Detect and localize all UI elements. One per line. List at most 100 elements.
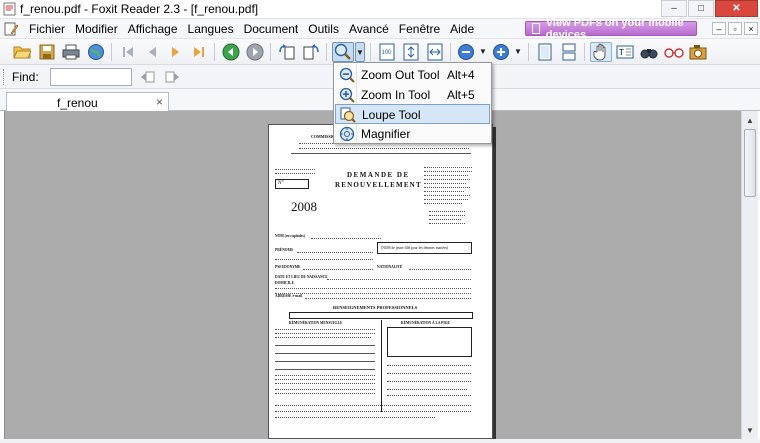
menu-langues[interactable]: Langues	[183, 21, 239, 37]
text-line	[275, 393, 375, 394]
text-line	[387, 381, 471, 382]
tab-close-icon[interactable]: ×	[156, 95, 163, 109]
zoom-out-icon	[339, 67, 355, 83]
document-viewer[interactable]: COMMISSION DE LA C... N° DEMANDE DE RENO…	[4, 111, 741, 439]
text-line	[275, 389, 375, 390]
zoom-tool-icon	[334, 43, 351, 60]
window-title: f_renou.pdf - Foxit Reader 2.3 - [f_reno…	[20, 2, 259, 16]
info-line	[429, 223, 465, 224]
continuous-page-button[interactable]	[559, 42, 579, 62]
field-nationalite: NATIONALITÉ	[377, 265, 403, 269]
page-rule	[291, 153, 471, 154]
menu-item-loupe-tool[interactable]: Loupe Tool	[335, 104, 490, 124]
zoom-tool-button[interactable]	[332, 42, 354, 62]
toolbar-separator	[326, 43, 327, 61]
menu-fenetre[interactable]: Fenêtre	[394, 21, 445, 37]
info-line	[424, 191, 464, 192]
go-forward-button[interactable]	[245, 42, 265, 62]
text-line	[275, 383, 375, 384]
page-rule	[275, 169, 315, 170]
save-button[interactable]	[37, 42, 57, 62]
find-previous-button[interactable]	[138, 67, 158, 87]
snapshot-button[interactable]	[688, 42, 708, 62]
zoom-tool-dropdown-arrow[interactable]: ▼	[355, 42, 365, 62]
previous-page-button[interactable]	[142, 42, 162, 62]
zoom-out-dropdown-arrow[interactable]: ▼	[478, 47, 488, 57]
mobile-promo-button[interactable]: View PDFs on your mobile devices	[525, 17, 697, 41]
select-text-button[interactable]: T	[615, 42, 635, 62]
menu-fichier[interactable]: Fichier	[24, 21, 70, 37]
info-line	[424, 183, 466, 184]
go-back-button[interactable]	[221, 42, 241, 62]
field-line	[275, 345, 375, 346]
menu-document[interactable]: Document	[239, 21, 304, 37]
single-page-button[interactable]	[535, 42, 555, 62]
form-title-line1: DEMANDE DE	[347, 171, 410, 179]
minimize-button[interactable]: –	[661, 0, 687, 17]
toolbar-separator	[111, 43, 112, 61]
globe-icon	[88, 44, 104, 60]
menu-item-zoom-in-tool[interactable]: Zoom In Tool Alt+5	[335, 85, 490, 105]
menu-modifier[interactable]: Modifier	[70, 21, 123, 37]
find-button[interactable]	[639, 42, 659, 62]
form-title-line2: RENOUVELLEMENT	[335, 181, 422, 189]
menu-affichage[interactable]: Affichage	[123, 21, 183, 37]
scroll-down-arrow-icon[interactable]: ▼	[742, 422, 758, 438]
rotate-left-button[interactable]	[277, 42, 297, 62]
menu-item-zoom-out-tool[interactable]: Zoom Out Tool Alt+4	[335, 65, 490, 85]
back-circle-icon	[222, 43, 240, 61]
typewriter-button[interactable]	[664, 42, 684, 62]
text-line	[387, 365, 471, 366]
fit-width-button[interactable]	[425, 42, 445, 62]
find-previous-icon	[141, 71, 155, 83]
text-line	[275, 329, 375, 330]
text-line	[275, 333, 375, 334]
zoom-out-button[interactable]	[456, 42, 476, 62]
field-date-lieu: DATE ET LIEU DE NAISSANCE	[275, 275, 328, 279]
text-line	[387, 373, 471, 374]
next-page-button[interactable]	[166, 42, 186, 62]
fit-page-button[interactable]	[401, 42, 421, 62]
doc-close-button[interactable]: ×	[744, 22, 758, 35]
zoom-in-circle-icon	[493, 44, 509, 60]
zoom-in-icon	[339, 87, 355, 103]
last-page-button[interactable]	[189, 42, 209, 62]
find-next-button[interactable]	[162, 67, 182, 87]
web-button[interactable]	[86, 42, 106, 62]
info-line	[424, 199, 468, 200]
scroll-up-arrow-icon[interactable]: ▲	[742, 112, 758, 128]
scroll-thumb[interactable]	[744, 129, 756, 197]
doc-restore-button[interactable]: ▫	[728, 22, 742, 35]
actual-size-button[interactable]: 100	[377, 42, 397, 62]
open-file-button[interactable]	[12, 42, 32, 62]
text-line	[275, 337, 371, 338]
toolbar-separator	[370, 43, 371, 61]
toolbar-separator	[584, 43, 585, 61]
continuous-page-icon	[562, 43, 576, 61]
rotate-right-button[interactable]	[301, 42, 321, 62]
vertical-scrollbar[interactable]: ▲ ▼	[741, 111, 758, 439]
field-line	[275, 259, 373, 260]
menu-outils[interactable]: Outils	[303, 21, 344, 37]
first-page-button[interactable]	[118, 42, 138, 62]
zoom-in-button[interactable]	[491, 42, 511, 62]
close-button[interactable]: ✕	[715, 0, 758, 17]
zoom-in-dropdown-arrow[interactable]: ▼	[513, 47, 523, 57]
promo-label: View PDFs on your mobile devices	[545, 16, 684, 41]
doc-minimize-button[interactable]: –	[712, 22, 726, 35]
tab-f-renou[interactable]: f_renou ×	[6, 92, 169, 112]
menu-bar: Fichier Modifier Affichage Langues Docum…	[0, 17, 760, 41]
col-right-title: RÉMUNÉRATION À LA PIGE	[401, 321, 450, 325]
find-input[interactable]	[50, 68, 132, 86]
info-line	[424, 187, 470, 188]
menu-item-magnifier[interactable]: Magnifier	[335, 124, 490, 144]
menu-aide[interactable]: Aide	[445, 21, 479, 37]
field-line	[275, 353, 375, 354]
info-line	[424, 179, 470, 180]
maximize-button[interactable]: □	[688, 0, 714, 17]
print-button[interactable]	[61, 42, 81, 62]
pdf-page: COMMISSION DE LA C... N° DEMANDE DE RENO…	[268, 124, 493, 439]
hand-tool-button[interactable]	[590, 42, 612, 62]
menu-avance[interactable]: Avancé	[344, 21, 394, 37]
toolbar-grip[interactable]	[3, 69, 6, 85]
